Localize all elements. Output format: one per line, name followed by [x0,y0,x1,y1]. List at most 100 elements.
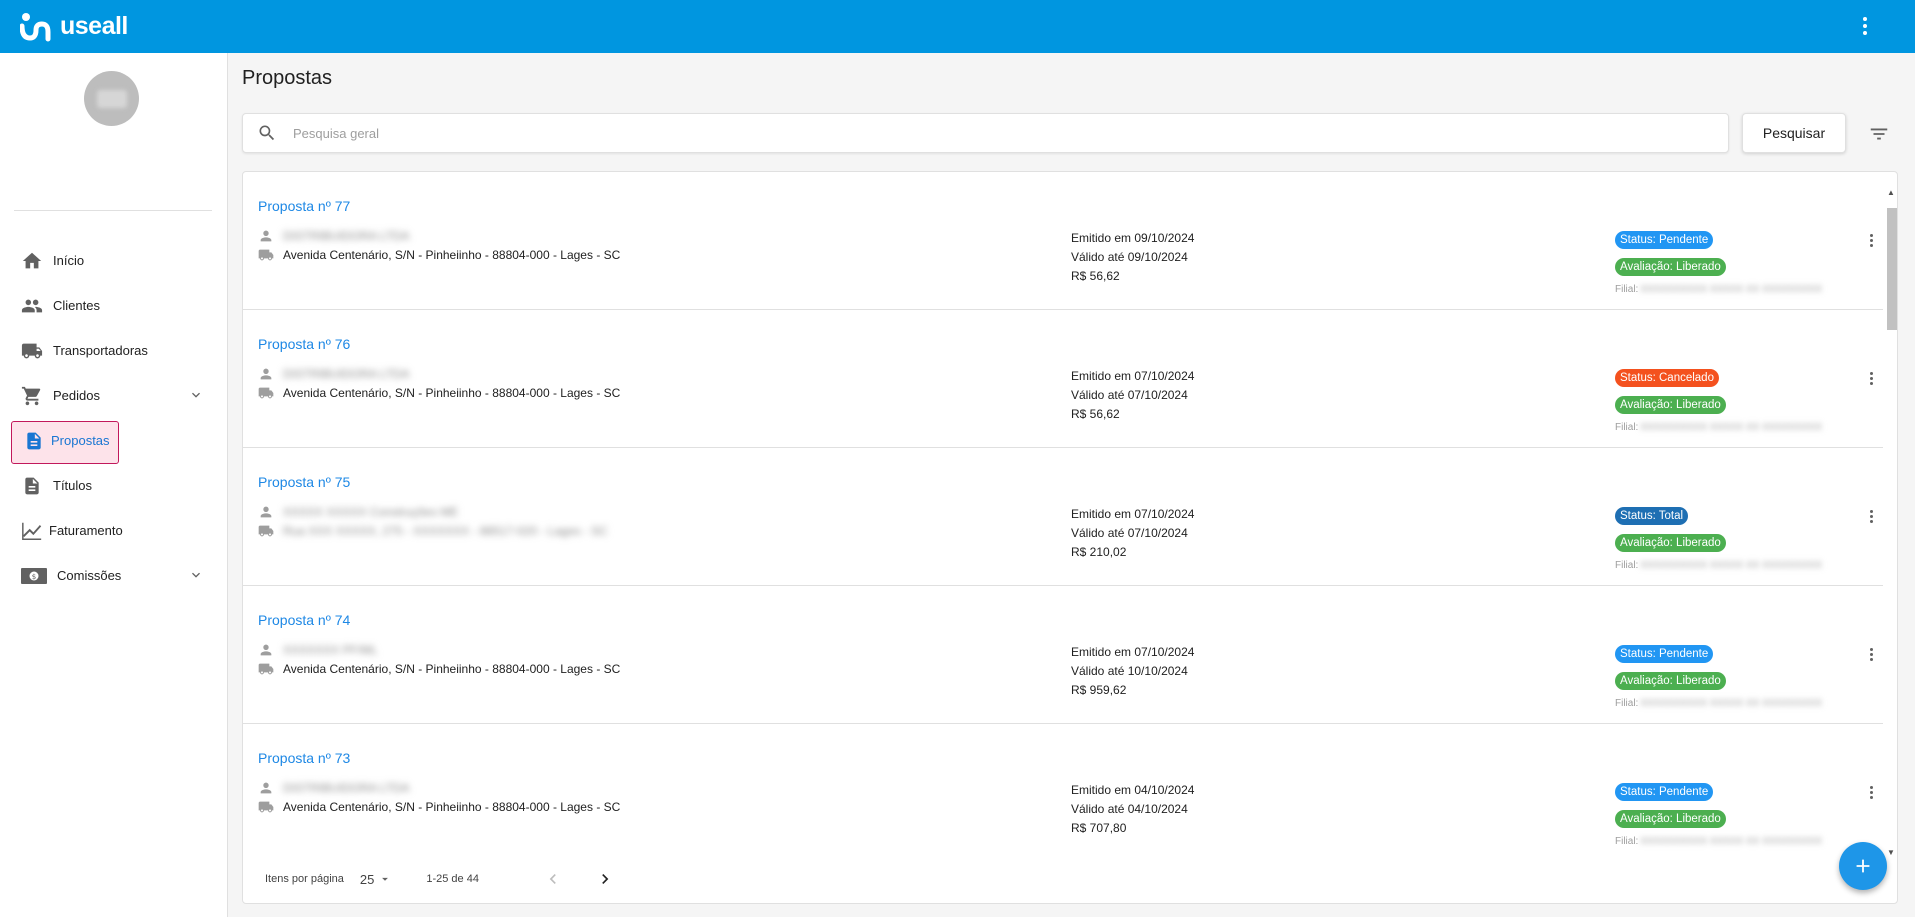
status-badge: Status: Pendente [1615,645,1714,663]
more-vert-icon[interactable] [1863,646,1879,662]
emitted-date: Emitido em 04/10/2024 [1071,783,1195,797]
proposal-badges: Status: Total Avaliação: Liberado Filial… [1615,506,1822,571]
filial-value: XXXXXXXXXX XXXXX XX XXXXXXXXX [1640,836,1823,847]
proposal-dates: Emitido em 09/10/2024 Válido até 09/10/2… [1071,229,1194,286]
proposal-title[interactable]: Proposta nº 74 [258,612,350,628]
filial-label: Filial: [1615,422,1639,433]
address-line: Avenida Centenário, S/N - Pinheiinho - 8… [258,247,620,263]
scroll-up-arrow[interactable]: ▲ [1887,188,1895,197]
scrollbar[interactable]: ▲ ▼ [1885,188,1897,870]
proposal-dates: Emitido em 07/10/2024 Válido até 07/10/2… [1071,505,1194,562]
proposal-title[interactable]: Proposta nº 77 [258,198,350,214]
proposal-dates: Emitido em 04/10/2024 Válido até 04/10/2… [1071,781,1194,838]
add-proposal-button[interactable] [1839,842,1887,890]
scrollbar-thumb[interactable] [1887,208,1897,330]
sidebar-item-inicio[interactable]: Início [0,238,228,283]
proposal-row[interactable]: Proposta nº 77 DISTRIBUIDORA LTDA Avenid… [243,172,1883,310]
sidebar-item-label: Comissões [57,568,122,583]
delivery-address: Avenida Centenário, S/N - Pinheiinho - 8… [283,386,621,400]
scroll-down-arrow[interactable]: ▼ [1887,848,1895,857]
previous-page-button[interactable] [541,867,565,891]
valid-until-date: Válido até 07/10/2024 [1071,388,1188,402]
more-vert-icon[interactable] [1863,232,1879,248]
emitted-date: Emitido em 09/10/2024 [1071,231,1195,245]
home-icon [20,249,44,273]
search-input[interactable] [293,125,1728,141]
file-icon [20,474,44,498]
proposal-value: R$ 56,62 [1071,269,1120,283]
useall-logo[interactable]: useall [20,12,128,42]
proposal-badges: Status: Pendente Avaliação: Liberado Fil… [1615,644,1822,709]
status-badge: Status: Total [1615,507,1689,525]
avatar[interactable] [84,71,139,126]
emitted-date: Emitido em 07/10/2024 [1071,645,1195,659]
address-line: Rua XXX XXXXX, 275 - XXXXXXX - 88517-020… [258,523,608,539]
filial-line: Filial: XXXXXXXXXX XXXXX XX XXXXXXXXX [1615,560,1822,571]
sidebar-item-comissoes[interactable]: $ Comissões [0,553,228,598]
client-name: XXXXXXX PF/ML [283,643,378,657]
proposal-badges: Status: Pendente Avaliação: Liberado Fil… [1615,230,1822,295]
proposal-row[interactable]: Proposta nº 74 XXXXXXX PF/ML Avenida Cen… [243,586,1883,724]
plus-icon [1856,859,1870,873]
cart-icon [20,384,44,408]
sidebar-item-label: Pedidos [53,388,100,403]
sidebar-item-propostas[interactable]: Propostas [0,418,228,464]
chevron-down-icon[interactable] [188,567,204,583]
person-icon [260,230,272,242]
person-icon [260,368,272,380]
filter-icon[interactable] [1868,123,1890,145]
more-vert-icon[interactable] [1863,508,1879,524]
search-icon [259,125,275,141]
address-line: Avenida Centenário, S/N - Pinheiinho - 8… [258,661,620,677]
client-line: DISTRIBUIDORA LTDA [258,780,409,796]
truck-icon [258,387,274,399]
money-icon: $ [20,564,48,588]
sidebar-item-label: Clientes [53,298,100,313]
sidebar-item-faturamento[interactable]: Faturamento [0,508,228,553]
proposal-value: R$ 707,80 [1071,821,1127,835]
proposal-row[interactable]: Proposta nº 75 XXXXX XXXXX Construções M… [243,448,1883,586]
proposal-badges: Status: Cancelado Avaliação: Liberado Fi… [1615,368,1822,433]
more-vert-icon[interactable] [1853,14,1877,38]
sidebar-item-label: Propostas [51,433,110,448]
truck-icon [258,801,274,813]
next-page-button[interactable] [593,867,617,891]
sidebar-nav: Início Clientes Transportadoras Pedidos … [0,238,228,598]
sidebar-item-pedidos[interactable]: Pedidos [0,373,228,418]
client-name: DISTRIBUIDORA LTDA [283,229,410,243]
chevron-down-icon[interactable] [188,387,204,403]
filial-line: Filial: XXXXXXXXXX XXXXX XX XXXXXXXXX [1615,284,1822,295]
search-button[interactable]: Pesquisar [1742,113,1846,153]
sidebar-item-label: Transportadoras [53,343,148,358]
delivery-address: Avenida Centenário, S/N - Pinheiinho - 8… [283,662,621,676]
client-name: XXXXX XXXXX Construções ME [283,505,459,519]
proposal-row[interactable]: Proposta nº 73 DISTRIBUIDORA LTDA Avenid… [243,724,1883,852]
filial-line: Filial: XXXXXXXXXX XXXXX XX XXXXXXXXX [1615,698,1822,709]
proposal-title[interactable]: Proposta nº 76 [258,336,350,352]
filial-label: Filial: [1615,836,1639,847]
valid-until-date: Válido até 04/10/2024 [1071,802,1188,816]
proposal-value: R$ 210,02 [1071,545,1127,559]
proposal-value: R$ 959,62 [1071,683,1127,697]
emitted-date: Emitido em 07/10/2024 [1071,507,1195,521]
proposals-list: Proposta nº 77 DISTRIBUIDORA LTDA Avenid… [243,172,1883,852]
sidebar-item-transportadoras[interactable]: Transportadoras [0,328,228,373]
valid-until-date: Válido até 09/10/2024 [1071,250,1188,264]
truck-icon [258,663,274,675]
proposal-row[interactable]: Proposta nº 76 DISTRIBUIDORA LTDA Avenid… [243,310,1883,448]
sidebar-item-titulos[interactable]: Títulos [0,463,228,508]
proposal-title[interactable]: Proposta nº 73 [258,750,350,766]
sidebar-item-clientes[interactable]: Clientes [0,283,228,328]
status-badge: Status: Cancelado [1615,369,1719,387]
proposal-title[interactable]: Proposta nº 75 [258,474,350,490]
useall-logo-mark [20,12,51,41]
more-vert-icon[interactable] [1863,370,1879,386]
trending-icon [20,519,44,543]
client-line: XXXXXXX PF/ML [258,642,378,658]
proposal-dates: Emitido em 07/10/2024 Válido até 10/10/2… [1071,643,1194,700]
sidebar-item-label: Faturamento [49,523,123,538]
evaluation-badge: Avaliação: Liberado [1615,672,1726,690]
items-per-page-select[interactable]: 25 [360,872,392,887]
more-vert-icon[interactable] [1863,784,1879,800]
person-icon [260,644,272,656]
